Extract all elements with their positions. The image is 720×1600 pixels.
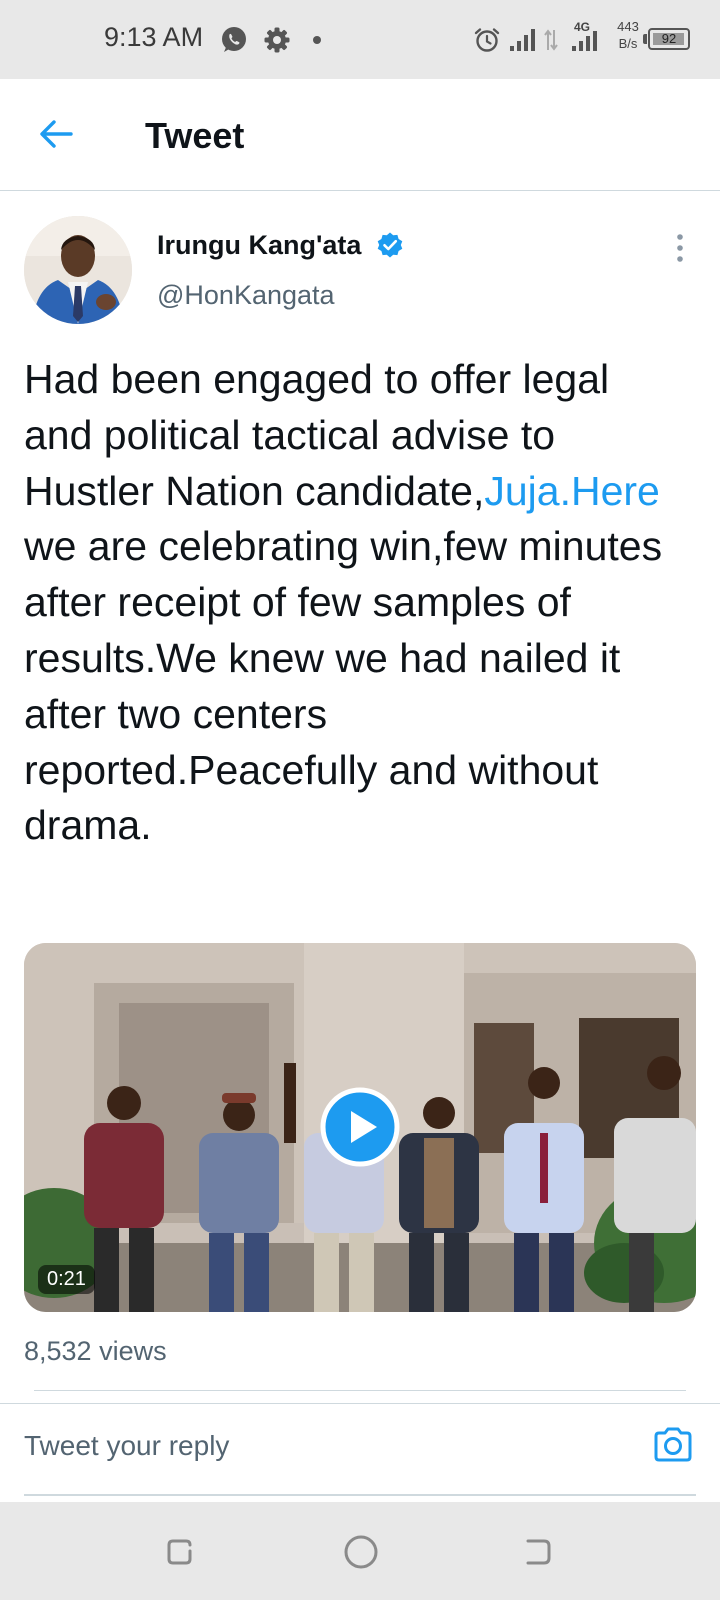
signal-icon <box>510 29 535 51</box>
system-nav-bar <box>0 1502 720 1600</box>
network-speed: 443 B/s <box>614 18 642 52</box>
more-options-icon[interactable] <box>668 232 692 264</box>
view-count: 8,532 views <box>24 1336 167 1366</box>
network-speed-value: 443 <box>617 19 639 34</box>
arrow-left-icon[interactable] <box>38 116 74 152</box>
signal-4g-icon <box>572 31 597 51</box>
battery-tip <box>643 34 647 44</box>
video-duration: 0:21 <box>38 1265 95 1294</box>
tweet-text: Had been engaged to offer legal and poli… <box>24 352 684 854</box>
avatar-image <box>24 216 132 324</box>
home-icon[interactable] <box>343 1534 379 1570</box>
app-header: Tweet <box>0 79 720 191</box>
reply-bar: Tweet your reply <box>0 1404 720 1496</box>
verified-badge-icon <box>377 232 403 258</box>
whatsapp-icon <box>222 27 246 52</box>
tweet-text-part: we are celebrating win,few minutes after… <box>24 523 663 849</box>
avatar[interactable] <box>24 216 132 324</box>
divider <box>34 1390 686 1391</box>
camera-icon[interactable] <box>652 1424 694 1466</box>
reply-input[interactable]: Tweet your reply <box>24 1430 229 1462</box>
alarm-icon <box>474 28 500 52</box>
author-name[interactable]: Irungu Kang'ata <box>157 230 361 261</box>
reply-underline <box>24 1494 696 1496</box>
battery-level: 92 <box>661 31 677 46</box>
gear-icon <box>264 27 290 53</box>
sim-icon <box>544 29 558 51</box>
page-title: Tweet <box>145 115 245 156</box>
recent-apps-icon[interactable] <box>164 1536 196 1568</box>
battery-icon: 92 <box>648 28 690 50</box>
play-icon[interactable] <box>320 1087 400 1167</box>
video-player[interactable]: 0:21 <box>24 943 696 1312</box>
status-bar: 9:13 AM 4G 443 B/s 92 <box>0 0 720 79</box>
tweet-link[interactable]: Juja.Here <box>484 468 659 514</box>
network-speed-unit: B/s <box>618 36 638 51</box>
back-icon[interactable] <box>522 1536 554 1568</box>
status-time: 9:13 AM <box>104 22 204 52</box>
author-handle[interactable]: @HonKangata <box>157 280 335 311</box>
notification-dot <box>313 36 321 44</box>
